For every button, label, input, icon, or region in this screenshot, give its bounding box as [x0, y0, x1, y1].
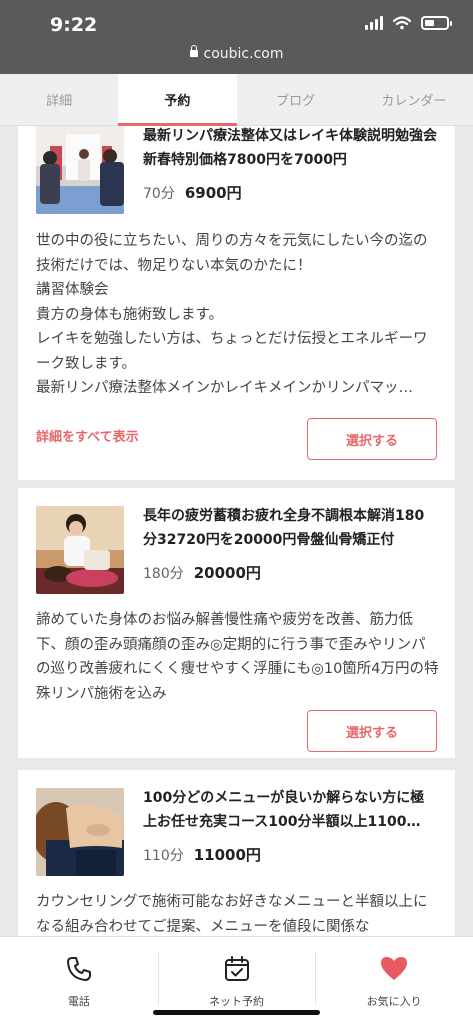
- show-all-details-link[interactable]: 詳細をすべて表示: [36, 426, 139, 445]
- select-button[interactable]: 選択する: [307, 418, 437, 460]
- menu-card: 長年の疲労蓄積お疲れ全身不調根本解消180分32720円を20000円骨盤仙骨矯…: [18, 488, 455, 758]
- menu-meta: 110分 11000円: [143, 844, 261, 865]
- url-bar[interactable]: coubic.com: [0, 45, 473, 62]
- menu-price: 11000円: [193, 846, 261, 864]
- menu-list[interactable]: 最新リンパ療法整体又はレイキ体験説明勉強会新春特別価格7800円を7000円 7…: [0, 126, 473, 936]
- heart-icon: [381, 957, 408, 980]
- menu-price: 20000円: [193, 564, 261, 582]
- tab-reservation[interactable]: 予約: [118, 74, 237, 126]
- menu-description: 世の中の役に立ちたい、周りの方々を元気にしたい今の迄の技術だけでは、物足りない本…: [36, 233, 428, 396]
- menu-duration: 180分: [143, 566, 184, 582]
- nav-phone[interactable]: 電話: [0, 937, 158, 1024]
- section-tabs: 詳細 予約 ブログ カレンダー: [0, 74, 473, 126]
- menu-title[interactable]: 100分どのメニューが良いか解らない方に極上お任せ充実コース100分半額以上11…: [143, 786, 437, 834]
- url-text: coubic.com: [203, 46, 284, 62]
- home-indicator: [153, 1010, 320, 1015]
- menu-duration: 110分: [143, 848, 184, 864]
- menu-card: 100分どのメニューが良いか解らない方に極上お任せ充実コース100分半額以上11…: [18, 770, 455, 936]
- nav-online-reservation-label: ネット予約: [209, 995, 264, 1008]
- battery-icon: [421, 16, 452, 30]
- browser-top-bar: 9:22 coubic.com: [0, 0, 473, 74]
- menu-meta: 70分 6900円: [143, 182, 242, 203]
- menu-thumbnail: [36, 788, 124, 876]
- menu-description: 諦めていた身体のお悩み解善慢性痛や疲労を改善、筋力低下、顔の歪み頭痛顔の歪み◎定…: [36, 612, 439, 702]
- menu-title[interactable]: 長年の疲労蓄積お疲れ全身不調根本解消180分32720円を20000円骨盤仙骨矯…: [143, 504, 437, 552]
- wifi-icon: [393, 16, 411, 30]
- menu-duration: 70分: [143, 186, 175, 202]
- battery-level: [425, 20, 434, 26]
- calendar-check-icon: [224, 956, 249, 981]
- nav-favorites[interactable]: お気に入り: [315, 937, 473, 1024]
- phone-icon: [66, 957, 91, 981]
- menu-description: カウンセリングで施術可能なお好きなメニューと半額以上になる組み合わせてご提案、メ…: [36, 894, 428, 935]
- tab-details[interactable]: 詳細: [0, 74, 118, 125]
- tab-blog[interactable]: ブログ: [237, 74, 355, 125]
- status-time: 9:22: [50, 14, 98, 36]
- select-button[interactable]: 選択する: [307, 710, 437, 752]
- menu-price: 6900円: [184, 184, 242, 202]
- cellular-signal-icon: [365, 16, 383, 30]
- menu-title[interactable]: 最新リンパ療法整体又はレイキ体験説明勉強会新春特別価格7800円を7000円: [143, 126, 437, 172]
- tab-calendar[interactable]: カレンダー: [355, 74, 473, 125]
- status-icons: [365, 16, 452, 30]
- nav-phone-label: 電話: [67, 995, 90, 1008]
- menu-thumbnail: [36, 506, 124, 594]
- lock-icon: [189, 45, 198, 57]
- menu-thumbnail: [36, 126, 124, 214]
- menu-meta: 180分 20000円: [143, 562, 261, 583]
- nav-favorites-label: お気に入り: [366, 995, 422, 1008]
- menu-card: 最新リンパ療法整体又はレイキ体験説明勉強会新春特別価格7800円を7000円 7…: [18, 126, 455, 480]
